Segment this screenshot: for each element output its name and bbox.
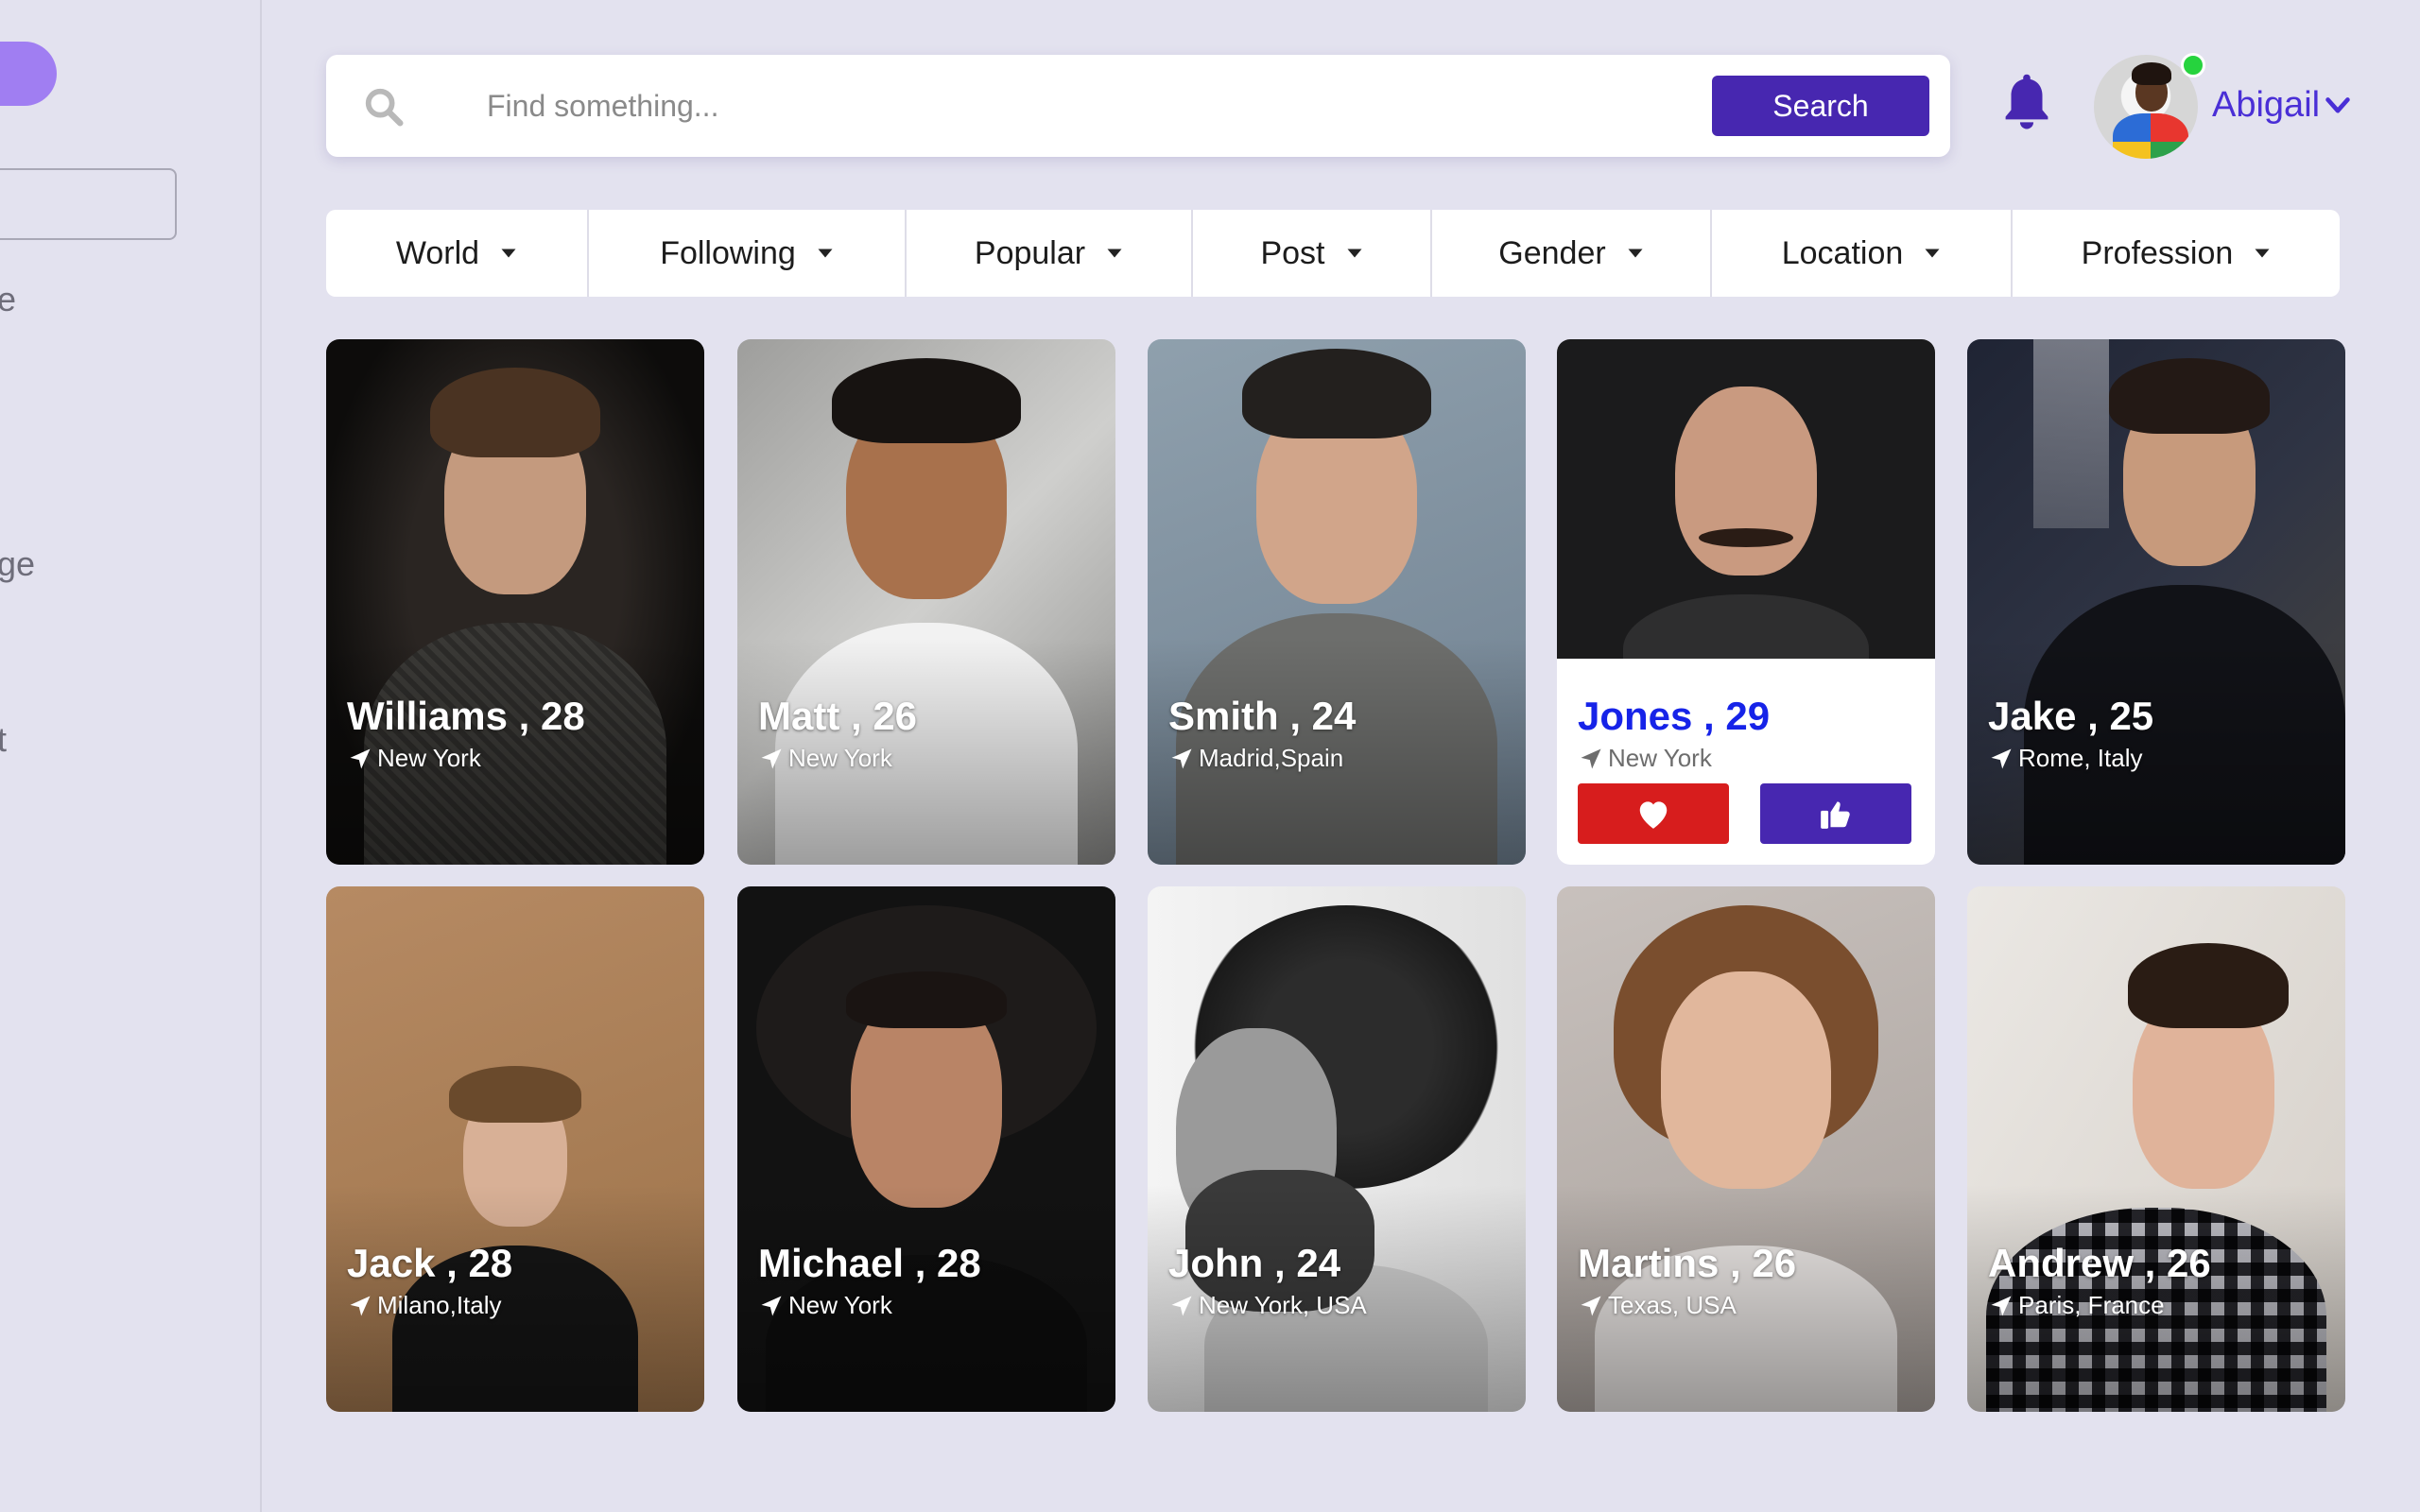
filter-post[interactable]: Post: [1193, 210, 1432, 297]
profile-location: Rome, Italy: [1988, 744, 2143, 773]
profile-location-label: New York, USA: [1199, 1291, 1367, 1319]
profile-name: Andrew , 26: [1988, 1241, 2211, 1285]
thumbs-up-icon: [1821, 801, 1850, 829]
profile-name: Jack , 28: [347, 1241, 513, 1285]
profile-location: Texas, USA: [1578, 1291, 1737, 1320]
like-button[interactable]: [1578, 783, 1729, 844]
filter-location[interactable]: Location: [1712, 210, 2013, 297]
profile-name: Jake , 25: [1988, 694, 2154, 738]
profile-location: Milano,Italy: [347, 1291, 502, 1320]
profile-location: Paris, France: [1988, 1291, 2165, 1320]
chevron-down-icon: [1347, 249, 1362, 258]
avatar-hair: [2132, 62, 2171, 85]
chevron-down-icon: [2255, 249, 2270, 258]
location-arrow-icon: [1991, 1296, 2012, 1315]
sidebar-primary-button[interactable]: [0, 42, 57, 106]
profile-location-label: New York: [788, 1291, 892, 1319]
filter-label: Popular: [974, 234, 1086, 271]
profile-name: John , 24: [1168, 1241, 1341, 1285]
chevron-down-icon: [501, 249, 516, 258]
location-arrow-icon: [1991, 748, 2012, 768]
filter-label: Post: [1260, 234, 1325, 271]
sidebar: e ge t: [0, 0, 262, 1512]
profile-card[interactable]: Michael , 28 New York: [737, 886, 1115, 1412]
sidebar-item-label[interactable]: t: [0, 720, 7, 760]
profile-name: Smith , 24: [1168, 694, 1357, 738]
profile-card[interactable]: Andrew , 26 Paris, France: [1967, 886, 2345, 1412]
profile-photo: [1557, 339, 1935, 659]
profile-location-label: New York: [1608, 744, 1712, 772]
filter-popular[interactable]: Popular: [907, 210, 1193, 297]
sidebar-item-label[interactable]: ge: [0, 544, 35, 584]
chevron-down-icon: [1628, 249, 1643, 258]
profile-name: Michael , 28: [758, 1241, 981, 1285]
search-bar: Search: [326, 55, 1950, 157]
profile-location-label: Rome, Italy: [2018, 744, 2143, 772]
chevron-down-icon[interactable]: [2325, 96, 2350, 115]
profile-name: Martins , 26: [1578, 1241, 1797, 1285]
location-arrow-icon: [350, 1296, 371, 1315]
profile-card[interactable]: Jake , 25 Rome, Italy: [1967, 339, 2345, 865]
sidebar-item-label[interactable]: e: [0, 280, 16, 319]
profile-location: New York: [758, 744, 892, 773]
filter-label: World: [395, 234, 480, 271]
filter-profession[interactable]: Profession: [2013, 210, 2340, 297]
profile-location: New York, USA: [1168, 1291, 1367, 1320]
profile-card[interactable]: Jack , 28 Milano,Italy: [326, 886, 704, 1412]
filter-gender[interactable]: Gender: [1432, 210, 1712, 297]
sidebar-input[interactable]: [0, 168, 177, 240]
avatar-shirt: [2113, 113, 2188, 159]
profile-card-selected[interactable]: Jones , 29 New York: [1557, 339, 1935, 865]
profile-location-label: New York: [788, 744, 892, 772]
search-button[interactable]: Search: [1712, 76, 1929, 136]
filter-label: Gender: [1498, 234, 1606, 271]
profile-location-label: Texas, USA: [1608, 1291, 1737, 1319]
profile-card[interactable]: Williams , 28 New York: [326, 339, 704, 865]
profile-name: Matt , 26: [758, 694, 918, 738]
profile-name: Jones , 29: [1578, 694, 1771, 738]
profile-name: Williams , 28: [347, 694, 585, 738]
location-arrow-icon: [761, 748, 782, 768]
profile-location: New York: [758, 1291, 892, 1320]
filter-label: Profession: [2081, 234, 2234, 271]
chevron-down-icon: [1107, 249, 1122, 258]
location-arrow-icon: [761, 1296, 782, 1315]
bell-icon[interactable]: [1999, 70, 2054, 132]
search-input[interactable]: [487, 76, 1243, 136]
heart-icon: [1639, 801, 1668, 829]
user-name[interactable]: Abigail: [2212, 85, 2320, 126]
profile-card[interactable]: Matt , 26 New York: [737, 339, 1115, 865]
thumbs-up-button[interactable]: [1760, 783, 1911, 844]
location-arrow-icon: [1581, 748, 1601, 768]
profile-card[interactable]: Martins , 26 Texas, USA: [1557, 886, 1935, 1412]
chevron-down-icon: [1925, 249, 1940, 258]
location-arrow-icon: [1171, 1296, 1192, 1315]
filter-bar: World Following Popular Post Gender Loca…: [326, 210, 2340, 297]
location-arrow-icon: [1581, 1296, 1601, 1315]
online-status-dot: [2181, 53, 2205, 77]
profile-location: Madrid,Spain: [1168, 744, 1343, 773]
profile-location: New York: [347, 744, 481, 773]
profile-location-label: New York: [377, 744, 481, 772]
chevron-down-icon: [818, 249, 833, 258]
filter-following[interactable]: Following: [589, 210, 907, 297]
profile-location-label: Paris, France: [2018, 1291, 2165, 1319]
profile-card[interactable]: Smith , 24 Madrid,Spain: [1148, 339, 1526, 865]
profile-location-label: Milano,Italy: [377, 1291, 502, 1319]
filter-label: Location: [1781, 234, 1904, 271]
profile-card[interactable]: John , 24 New York, USA: [1148, 886, 1526, 1412]
location-arrow-icon: [1171, 748, 1192, 768]
location-arrow-icon: [350, 748, 371, 768]
profile-location: New York: [1578, 744, 1712, 773]
filter-label: Following: [660, 234, 796, 271]
filter-world[interactable]: World: [326, 210, 589, 297]
profile-location-label: Madrid,Spain: [1199, 744, 1344, 772]
search-icon: [365, 88, 404, 127]
